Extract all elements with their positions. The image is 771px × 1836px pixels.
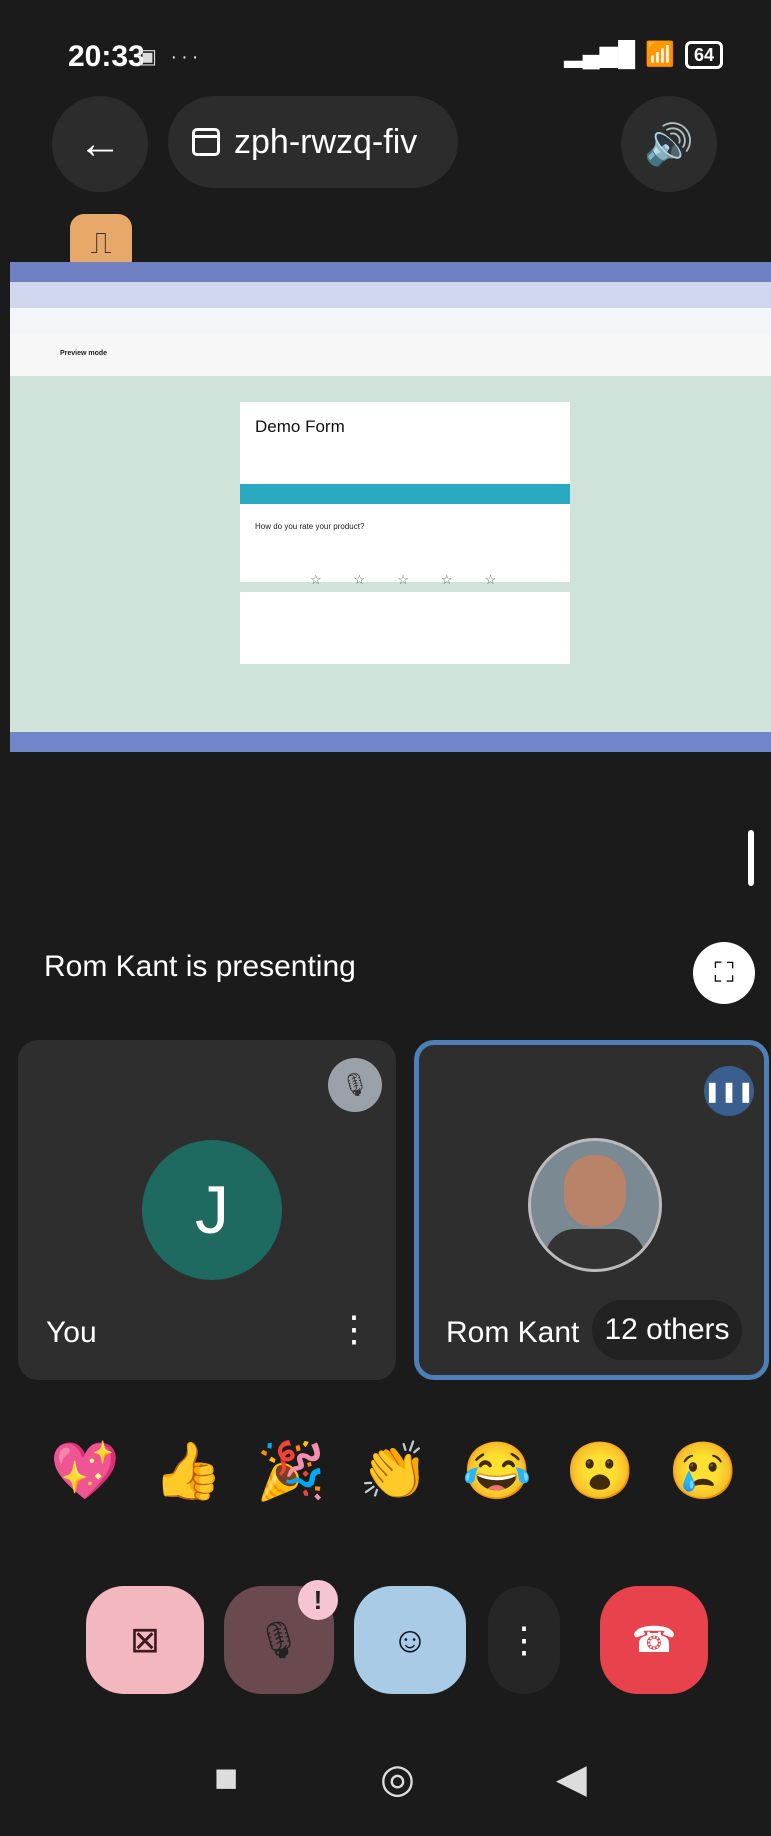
speaking-indicator-icon: ❚❚❚ [704, 1066, 754, 1116]
mic-alert-badge: ! [298, 1580, 338, 1620]
avatar-rom [528, 1138, 662, 1272]
presenting-label: Rom Kant is presenting [44, 950, 356, 983]
form-section-bar [240, 484, 570, 504]
audio-output-button[interactable]: 🔊 [621, 96, 717, 192]
participant-name-you: You [46, 1316, 97, 1349]
hangup-icon: ☎ [631, 1619, 677, 1660]
nav-home-button[interactable]: ◎ [380, 1756, 415, 1802]
status-notification-icons: ▣ ··· [138, 46, 203, 68]
fullscreen-icon: ⛶ [714, 956, 734, 988]
status-right-group: ▂▄▆█ 📶 64 [564, 40, 723, 69]
signal-icon: ▂▄▆█ [564, 41, 636, 68]
mic-off-icon: 🎙 [341, 1072, 369, 1097]
mic-muted-badge: 🎙 [328, 1058, 382, 1112]
form-question: How do you rate your product? [255, 522, 365, 531]
more-vert-icon: ⋮ [506, 1619, 542, 1660]
reaction-sad[interactable]: 😢 [662, 1430, 744, 1512]
camera-off-icon: ⊠ [129, 1619, 161, 1660]
reactions-button[interactable]: ☺ [354, 1586, 466, 1694]
wifi-icon: 📶 [645, 41, 675, 68]
back-arrow-icon: ← [78, 119, 122, 168]
browser-tabs [10, 282, 771, 308]
browser-address-bar [10, 308, 771, 334]
reaction-thumbs-up[interactable]: 👍 [147, 1430, 229, 1512]
more-options-button[interactable]: ⋮ [488, 1586, 560, 1694]
avatar-you: J [142, 1140, 282, 1280]
battery-icon: 64 [684, 40, 723, 69]
mic-off-icon: 🎙 [256, 1619, 302, 1660]
shared-screen: Preview mode Demo Form How do you rate y… [10, 262, 771, 752]
preview-mode-label: Preview mode [60, 350, 108, 357]
form-title: Demo Form [255, 417, 345, 436]
fullscreen-button[interactable]: ⛶ [693, 942, 755, 1004]
form-card-second [240, 592, 570, 664]
speaker-icon: 🔊 [644, 122, 694, 167]
reaction-clap[interactable]: 👏 [353, 1430, 435, 1512]
status-time: 20:33 [68, 40, 145, 73]
end-call-button[interactable]: ☎ [600, 1586, 708, 1694]
others-count-button[interactable]: 12 others [592, 1300, 742, 1360]
page-header [10, 334, 771, 376]
avatar-body [545, 1229, 645, 1269]
camera-toggle-button[interactable]: ⊠ [86, 1586, 204, 1694]
reaction-party[interactable]: 🎉 [250, 1430, 332, 1512]
browser-menubar [10, 262, 771, 282]
calendar-icon [192, 128, 220, 156]
tile-more-options-button[interactable]: ⋮ [336, 1308, 372, 1350]
rating-stars: ☆☆☆☆☆ [310, 572, 529, 587]
nav-recents-button[interactable]: ■ [214, 1756, 238, 1801]
avatar-face [564, 1155, 626, 1227]
meeting-info-button[interactable]: zph-rwzq-fiv [168, 96, 458, 188]
emoji-icon: ☺ [391, 1619, 429, 1660]
reactions-bar: 💖 👍 🎉 👏 😂 😮 😢 [44, 1430, 744, 1512]
reaction-heart[interactable]: 💖 [44, 1430, 126, 1512]
reaction-surprised[interactable]: 😮 [559, 1430, 641, 1512]
participant-name-rom: Rom Kant [446, 1316, 580, 1349]
meeting-code: zph-rwzq-fiv [234, 122, 418, 161]
desktop-dock [10, 732, 771, 752]
back-button[interactable]: ← [52, 96, 148, 192]
reaction-laugh[interactable]: 😂 [456, 1430, 538, 1512]
scrollbar[interactable] [748, 830, 754, 886]
nav-back-button[interactable]: ◀ [556, 1756, 587, 1802]
